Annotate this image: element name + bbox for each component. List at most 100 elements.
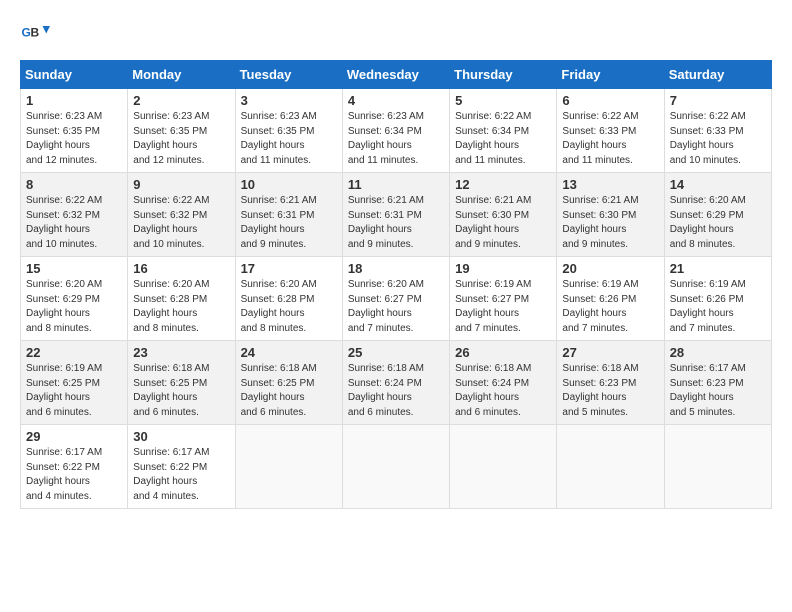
cell-info: Sunrise: 6:18 AM Sunset: 6:25 PM Dayligh…: [241, 362, 337, 420]
day-number: 24: [241, 345, 337, 360]
day-number: 30: [133, 429, 229, 444]
calendar-cell: 26 Sunrise: 6:18 AM Sunset: 6:24 PM Dayl…: [450, 341, 557, 425]
cell-info: Sunrise: 6:20 AM Sunset: 6:28 PM Dayligh…: [241, 278, 337, 336]
cell-info: Sunrise: 6:19 AM Sunset: 6:25 PM Dayligh…: [26, 362, 122, 420]
calendar-cell: 19 Sunrise: 6:19 AM Sunset: 6:27 PM Dayl…: [450, 257, 557, 341]
cell-info: Sunrise: 6:18 AM Sunset: 6:23 PM Dayligh…: [562, 362, 658, 420]
calendar-cell: 14 Sunrise: 6:20 AM Sunset: 6:29 PM Dayl…: [664, 173, 771, 257]
calendar-cell: 20 Sunrise: 6:19 AM Sunset: 6:26 PM Dayl…: [557, 257, 664, 341]
day-number: 20: [562, 261, 658, 276]
calendar-cell: 18 Sunrise: 6:20 AM Sunset: 6:27 PM Dayl…: [342, 257, 449, 341]
day-number: 23: [133, 345, 229, 360]
day-number: 29: [26, 429, 122, 444]
day-number: 9: [133, 177, 229, 192]
day-number: 2: [133, 93, 229, 108]
cell-info: Sunrise: 6:20 AM Sunset: 6:28 PM Dayligh…: [133, 278, 229, 336]
cell-info: Sunrise: 6:19 AM Sunset: 6:27 PM Dayligh…: [455, 278, 551, 336]
cell-info: Sunrise: 6:22 AM Sunset: 6:32 PM Dayligh…: [26, 194, 122, 252]
day-number: 17: [241, 261, 337, 276]
calendar-cell: 28 Sunrise: 6:17 AM Sunset: 6:23 PM Dayl…: [664, 341, 771, 425]
cell-info: Sunrise: 6:23 AM Sunset: 6:35 PM Dayligh…: [26, 110, 122, 168]
cell-info: Sunrise: 6:21 AM Sunset: 6:31 PM Dayligh…: [348, 194, 444, 252]
day-number: 21: [670, 261, 766, 276]
svg-text:G: G: [22, 26, 31, 40]
calendar-cell: [342, 425, 449, 509]
cell-info: Sunrise: 6:20 AM Sunset: 6:27 PM Dayligh…: [348, 278, 444, 336]
cell-info: Sunrise: 6:18 AM Sunset: 6:25 PM Dayligh…: [133, 362, 229, 420]
day-number: 28: [670, 345, 766, 360]
day-number: 12: [455, 177, 551, 192]
calendar-cell: 7 Sunrise: 6:22 AM Sunset: 6:33 PM Dayli…: [664, 89, 771, 173]
cell-info: Sunrise: 6:22 AM Sunset: 6:33 PM Dayligh…: [562, 110, 658, 168]
col-header-thursday: Thursday: [450, 61, 557, 89]
col-header-wednesday: Wednesday: [342, 61, 449, 89]
calendar-cell: [235, 425, 342, 509]
cell-info: Sunrise: 6:21 AM Sunset: 6:30 PM Dayligh…: [562, 194, 658, 252]
day-number: 27: [562, 345, 658, 360]
svg-text:B: B: [31, 26, 40, 40]
calendar-table: SundayMondayTuesdayWednesdayThursdayFrid…: [20, 60, 772, 509]
calendar-cell: [664, 425, 771, 509]
logo-icon: G B: [20, 20, 50, 50]
calendar-cell: 1 Sunrise: 6:23 AM Sunset: 6:35 PM Dayli…: [21, 89, 128, 173]
col-header-sunday: Sunday: [21, 61, 128, 89]
cell-info: Sunrise: 6:18 AM Sunset: 6:24 PM Dayligh…: [455, 362, 551, 420]
calendar-cell: [557, 425, 664, 509]
cell-info: Sunrise: 6:21 AM Sunset: 6:30 PM Dayligh…: [455, 194, 551, 252]
col-header-friday: Friday: [557, 61, 664, 89]
day-number: 1: [26, 93, 122, 108]
col-header-saturday: Saturday: [664, 61, 771, 89]
cell-info: Sunrise: 6:17 AM Sunset: 6:22 PM Dayligh…: [26, 446, 122, 504]
cell-info: Sunrise: 6:20 AM Sunset: 6:29 PM Dayligh…: [26, 278, 122, 336]
day-number: 10: [241, 177, 337, 192]
calendar-cell: 22 Sunrise: 6:19 AM Sunset: 6:25 PM Dayl…: [21, 341, 128, 425]
page-header: G B: [20, 20, 772, 50]
calendar-cell: 4 Sunrise: 6:23 AM Sunset: 6:34 PM Dayli…: [342, 89, 449, 173]
day-number: 11: [348, 177, 444, 192]
cell-info: Sunrise: 6:17 AM Sunset: 6:23 PM Dayligh…: [670, 362, 766, 420]
day-number: 13: [562, 177, 658, 192]
calendar-cell: 29 Sunrise: 6:17 AM Sunset: 6:22 PM Dayl…: [21, 425, 128, 509]
day-number: 19: [455, 261, 551, 276]
calendar-cell: 17 Sunrise: 6:20 AM Sunset: 6:28 PM Dayl…: [235, 257, 342, 341]
calendar-cell: 2 Sunrise: 6:23 AM Sunset: 6:35 PM Dayli…: [128, 89, 235, 173]
day-number: 14: [670, 177, 766, 192]
calendar-cell: 23 Sunrise: 6:18 AM Sunset: 6:25 PM Dayl…: [128, 341, 235, 425]
logo: G B: [20, 20, 54, 50]
day-number: 6: [562, 93, 658, 108]
day-number: 22: [26, 345, 122, 360]
day-number: 8: [26, 177, 122, 192]
calendar-cell: 8 Sunrise: 6:22 AM Sunset: 6:32 PM Dayli…: [21, 173, 128, 257]
day-number: 3: [241, 93, 337, 108]
day-number: 15: [26, 261, 122, 276]
cell-info: Sunrise: 6:23 AM Sunset: 6:35 PM Dayligh…: [133, 110, 229, 168]
cell-info: Sunrise: 6:22 AM Sunset: 6:33 PM Dayligh…: [670, 110, 766, 168]
cell-info: Sunrise: 6:21 AM Sunset: 6:31 PM Dayligh…: [241, 194, 337, 252]
calendar-cell: 15 Sunrise: 6:20 AM Sunset: 6:29 PM Dayl…: [21, 257, 128, 341]
calendar-cell: 30 Sunrise: 6:17 AM Sunset: 6:22 PM Dayl…: [128, 425, 235, 509]
cell-info: Sunrise: 6:22 AM Sunset: 6:34 PM Dayligh…: [455, 110, 551, 168]
day-number: 4: [348, 93, 444, 108]
calendar-cell: 12 Sunrise: 6:21 AM Sunset: 6:30 PM Dayl…: [450, 173, 557, 257]
calendar-cell: 9 Sunrise: 6:22 AM Sunset: 6:32 PM Dayli…: [128, 173, 235, 257]
col-header-monday: Monday: [128, 61, 235, 89]
calendar-cell: 5 Sunrise: 6:22 AM Sunset: 6:34 PM Dayli…: [450, 89, 557, 173]
calendar-cell: [450, 425, 557, 509]
calendar-cell: 6 Sunrise: 6:22 AM Sunset: 6:33 PM Dayli…: [557, 89, 664, 173]
calendar-cell: 10 Sunrise: 6:21 AM Sunset: 6:31 PM Dayl…: [235, 173, 342, 257]
col-header-tuesday: Tuesday: [235, 61, 342, 89]
cell-info: Sunrise: 6:17 AM Sunset: 6:22 PM Dayligh…: [133, 446, 229, 504]
day-number: 5: [455, 93, 551, 108]
calendar-cell: 3 Sunrise: 6:23 AM Sunset: 6:35 PM Dayli…: [235, 89, 342, 173]
cell-info: Sunrise: 6:18 AM Sunset: 6:24 PM Dayligh…: [348, 362, 444, 420]
cell-info: Sunrise: 6:19 AM Sunset: 6:26 PM Dayligh…: [562, 278, 658, 336]
calendar-cell: 24 Sunrise: 6:18 AM Sunset: 6:25 PM Dayl…: [235, 341, 342, 425]
calendar-cell: 25 Sunrise: 6:18 AM Sunset: 6:24 PM Dayl…: [342, 341, 449, 425]
day-number: 25: [348, 345, 444, 360]
calendar-cell: 13 Sunrise: 6:21 AM Sunset: 6:30 PM Dayl…: [557, 173, 664, 257]
cell-info: Sunrise: 6:22 AM Sunset: 6:32 PM Dayligh…: [133, 194, 229, 252]
day-number: 16: [133, 261, 229, 276]
cell-info: Sunrise: 6:19 AM Sunset: 6:26 PM Dayligh…: [670, 278, 766, 336]
calendar-cell: 21 Sunrise: 6:19 AM Sunset: 6:26 PM Dayl…: [664, 257, 771, 341]
calendar-cell: 16 Sunrise: 6:20 AM Sunset: 6:28 PM Dayl…: [128, 257, 235, 341]
